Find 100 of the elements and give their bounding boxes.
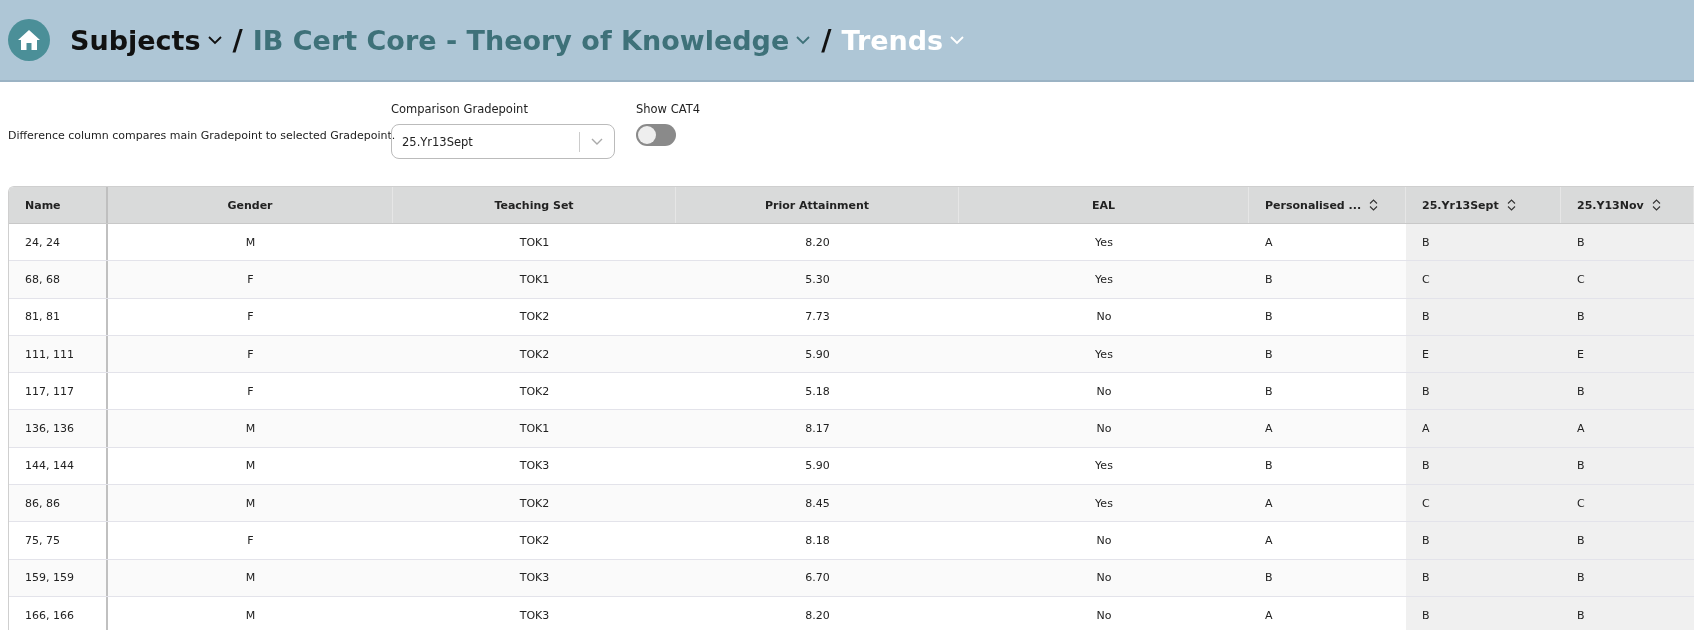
table-cell: M [245,571,256,585]
table-cell: A [1422,422,1430,436]
column-header[interactable]: Gender [227,198,273,212]
table-cell: M [245,235,256,249]
table-cell: TOK3 [519,608,550,622]
table-cell: 68, 68 [25,272,60,286]
table-cell: TOK2 [519,496,550,510]
column-header[interactable]: Name [25,198,61,212]
home-icon [17,29,41,51]
table-cell: No [1096,384,1112,398]
table-cell: B [1422,534,1430,547]
table-cell: E [1577,347,1584,361]
chevron-down-icon [206,35,223,45]
table-cell: TOK1 [519,235,550,249]
table-cell: 8.45 [805,496,830,510]
toggle-switch[interactable] [636,124,676,146]
breadcrumb-separator: / [232,23,243,57]
breadcrumb-dropdown[interactable]: Subjects [70,24,223,56]
table-cell: TOK1 [519,272,550,286]
table-cell: No [1096,608,1112,622]
table-cell: TOK1 [519,422,550,436]
table-cell: B [1265,347,1273,361]
table-cell: 8.18 [805,534,830,547]
table-cell: Yes [1095,272,1113,286]
table-cell: B [1422,235,1430,249]
table-cell: Yes [1095,235,1113,249]
column-header[interactable]: 25.Y13Nov [1577,198,1644,212]
table-cell: 5.90 [805,459,830,473]
table-cell: TOK2 [519,534,550,547]
column-header[interactable]: EAL [1091,198,1115,212]
table-cell: F [247,384,254,398]
table-cell: TOK3 [519,571,550,585]
column-header[interactable]: 25.Yr13Sept [1422,198,1499,212]
table-cell: 75, 75 [25,534,60,547]
table-cell: B [1265,459,1273,473]
table-cell: M [245,496,256,510]
table-cell: B [1577,571,1585,585]
table-cell: A [1265,608,1273,622]
table-cell: 111, 111 [25,347,74,361]
table-cell: A [1265,235,1273,249]
table-cell: A [1265,534,1273,547]
table-cell: 7.73 [805,310,830,324]
table-cell: TOK2 [519,384,550,398]
table-cell: B [1577,608,1585,622]
table-cell: B [1577,235,1585,249]
table-cell: M [245,459,256,473]
table-cell: A [1577,422,1585,436]
table-cell: F [247,310,254,324]
table-cell: F [247,272,254,286]
field-label: Comparison Gradepoint [391,102,529,116]
home-button[interactable] [8,19,50,61]
table-cell: F [247,347,254,361]
table-cell: TOK2 [519,310,550,324]
table-cell: B [1265,272,1273,286]
table-cell: C [1577,496,1585,510]
table-cell: B [1422,459,1430,473]
table-cell: 8.20 [805,608,830,622]
table-cell: Yes [1095,459,1113,473]
table-cell: 81, 81 [25,310,60,324]
table-cell: F [247,534,254,547]
breadcrumb-separator: / [821,23,832,57]
table-cell: No [1096,422,1112,436]
column-header[interactable]: Personalised ... [1265,198,1362,212]
table-cell: C [1422,272,1430,286]
table-cell: E [1422,347,1429,361]
table-cell: 8.20 [805,235,830,249]
sort-icon[interactable] [1369,199,1379,211]
table-cell: 86, 86 [25,496,60,510]
table-cell: B [1577,534,1585,547]
table-cell: B [1422,310,1430,324]
table-cell: 8.17 [805,422,830,436]
comparison-select[interactable]: 25.Yr13Sept [391,124,615,159]
table-cell: M [245,422,256,436]
table-cell: C [1422,496,1430,510]
chevron-down-icon [949,35,966,45]
column-header[interactable]: Prior Attainment [764,198,870,212]
table-cell: 6.70 [805,571,830,585]
table-cell: Yes [1095,496,1113,510]
table-cell: 159, 159 [25,571,74,585]
table-cell: B [1422,571,1430,585]
table-cell: No [1096,310,1112,324]
column-header[interactable]: Teaching Set [494,198,574,212]
table-cell: TOK3 [519,459,550,473]
table-cell: No [1096,571,1112,585]
table-cell: 5.90 [805,347,830,361]
table-cell: A [1265,422,1273,436]
table-cell: 136, 136 [25,422,74,436]
table-cell: No [1096,534,1112,547]
table-cell: 117, 117 [25,384,74,398]
table-cell: Yes [1095,347,1113,361]
table-cell: 5.18 [805,384,830,398]
table-cell: B [1422,384,1430,398]
table-cell: B [1265,571,1273,585]
table-cell: 24, 24 [25,235,60,249]
table-cell: A [1265,496,1273,510]
table-cell: B [1577,384,1585,398]
sort-icon[interactable] [1651,199,1661,211]
table-cell: 166, 166 [25,608,74,622]
sort-icon[interactable] [1506,199,1516,211]
toggle-label: Show CAT4 [636,102,701,116]
